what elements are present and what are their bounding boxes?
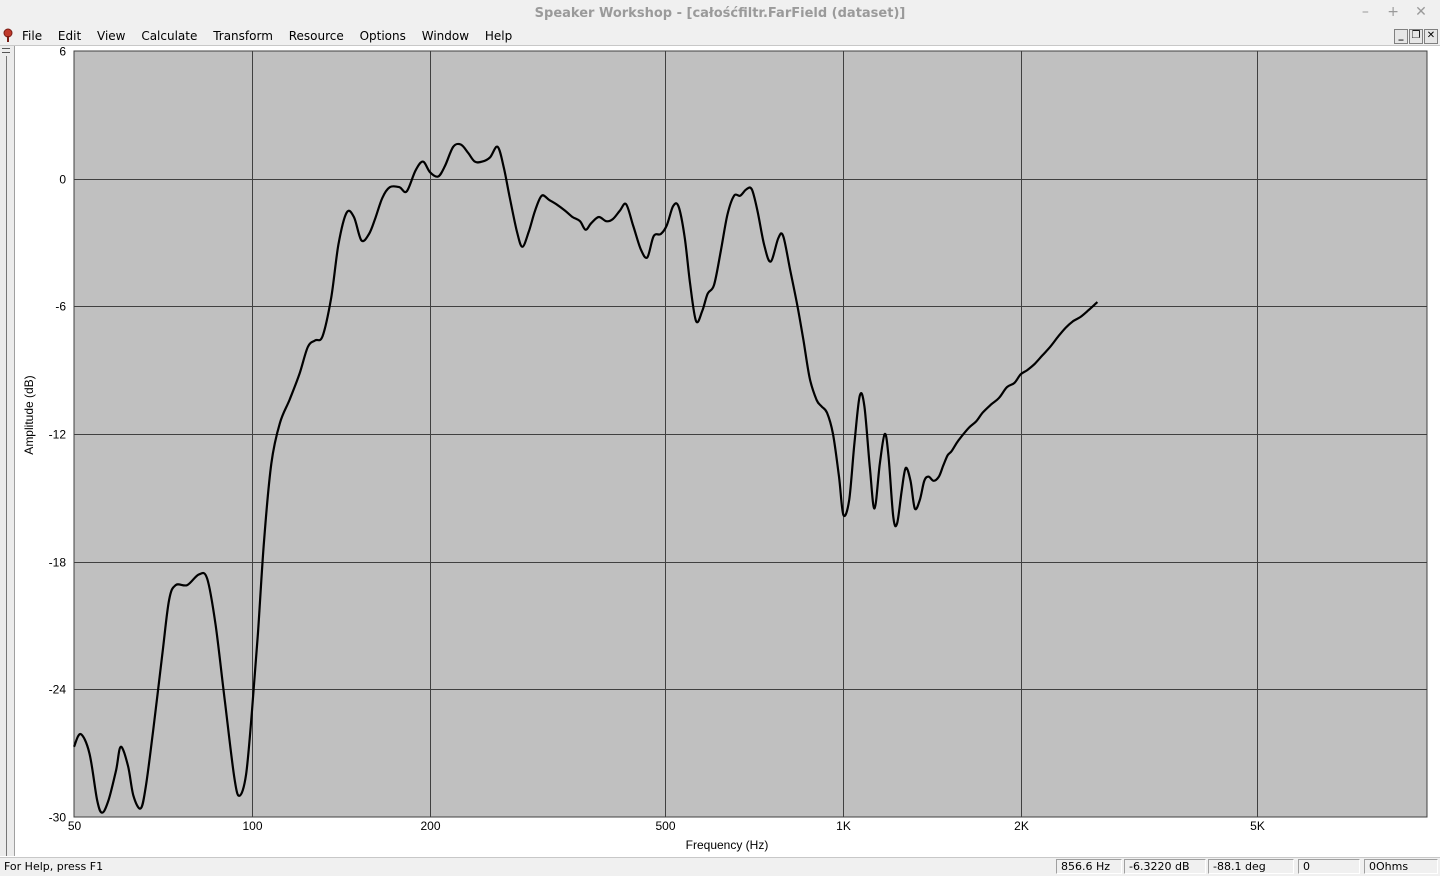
y-tick-label: -12 [49, 428, 67, 442]
x-tick-label: 5K [1250, 819, 1265, 833]
status-bar: For Help, press F1 856.6 Hz -6.3220 dB -… [0, 857, 1440, 876]
status-help-text: For Help, press F1 [4, 860, 104, 873]
y-tick-label: 0 [59, 173, 66, 187]
y-tick-label: -30 [49, 811, 67, 825]
x-tick-label: 500 [655, 819, 675, 833]
x-tick-label: 2K [1014, 819, 1029, 833]
x-axis-label: Frequency (Hz) [686, 838, 769, 852]
status-frequency: 856.6 Hz [1056, 859, 1122, 874]
status-amplitude: -6.3220 dB [1124, 859, 1206, 874]
y-axis-label: Amplitude (dB) [22, 375, 36, 454]
x-tick-label: 100 [242, 819, 262, 833]
y-tick-label: -18 [49, 556, 67, 570]
x-tick-label: 200 [420, 819, 440, 833]
x-tick-label: 50 [68, 819, 82, 833]
status-phase: -88.1 deg [1208, 859, 1294, 874]
y-tick-label: 6 [59, 45, 66, 59]
x-tick-label: 1K [836, 819, 851, 833]
y-tick-label: -24 [49, 683, 67, 697]
frequency-response-chart[interactable]: 50 100 200 500 1K 2K 5K 6 0 -6 -12 -18 -24 -30 Freque… [0, 0, 1440, 875]
status-impedance: 0Ohms [1364, 859, 1438, 874]
status-pane-4: 0 [1298, 859, 1360, 874]
y-tick-label: -6 [55, 300, 66, 314]
